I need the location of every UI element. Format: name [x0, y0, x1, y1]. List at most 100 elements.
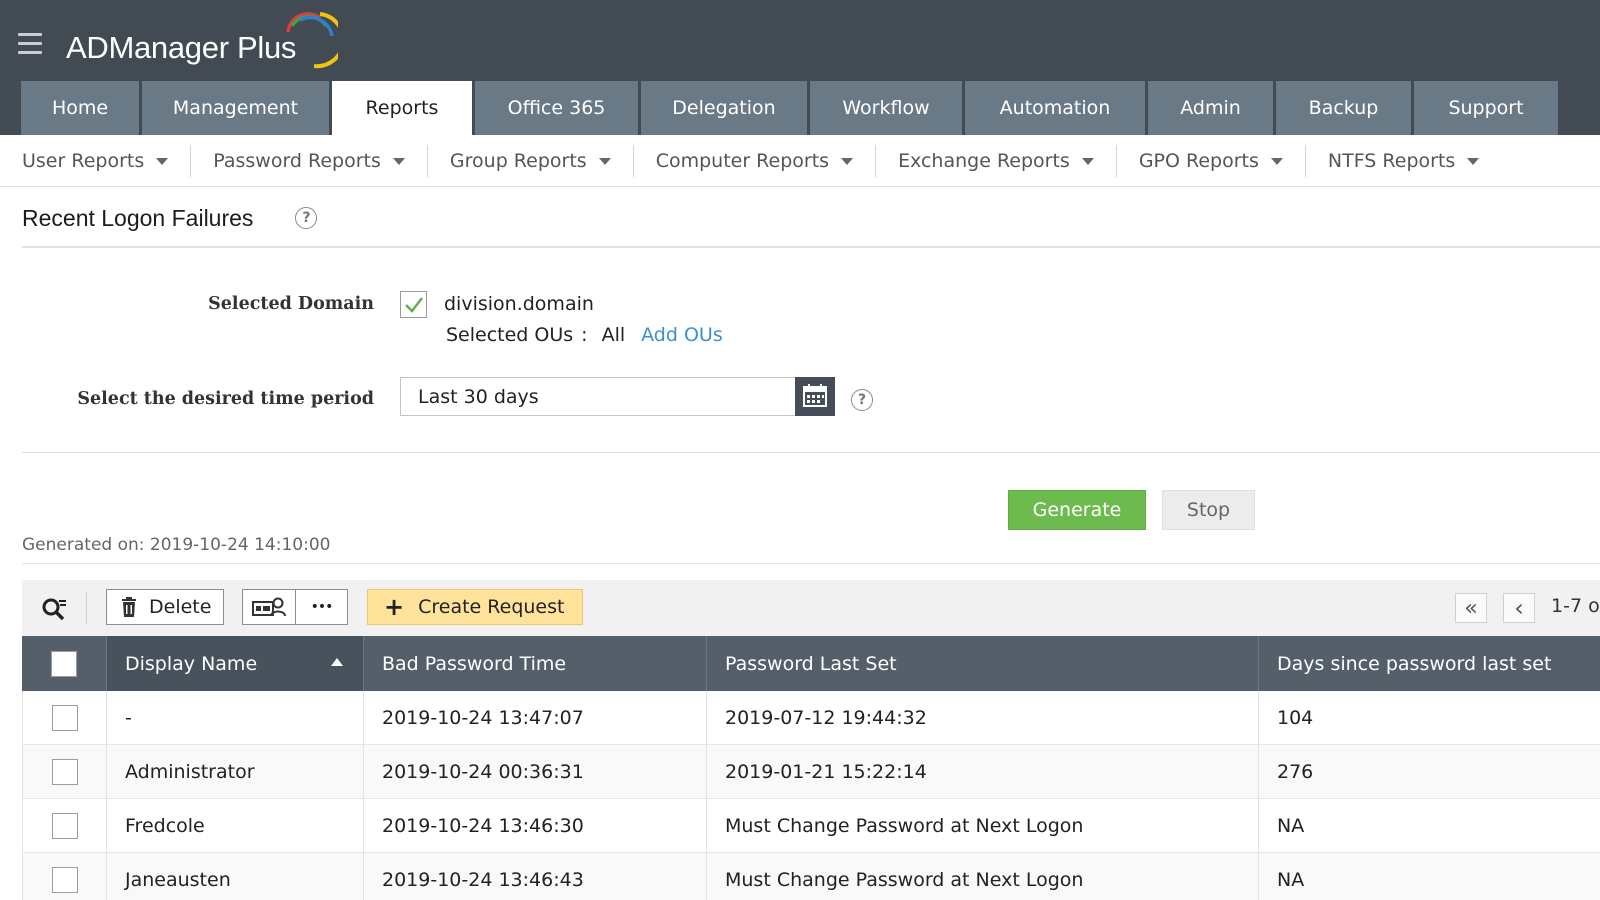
- subnav-group-reports[interactable]: Group Reports: [428, 144, 634, 177]
- cell-password-last-set: Must Change Password at Next Logon: [707, 853, 1259, 900]
- column-header-label: Bad Password Time: [382, 652, 567, 675]
- column-header-password-last-set[interactable]: Password Last Set: [707, 636, 1259, 691]
- divider: [22, 563, 1600, 564]
- row-checkbox[interactable]: [51, 812, 78, 839]
- row-checkbox-cell: [22, 745, 107, 798]
- cell-display-name: Administrator: [107, 745, 364, 798]
- calendar-icon: [803, 384, 827, 407]
- page-title: Recent Logon Failures: [22, 204, 254, 231]
- row-checkbox-cell: [22, 853, 107, 900]
- chevron-down-icon: [841, 158, 854, 165]
- tab-automation[interactable]: Automation: [965, 81, 1145, 135]
- subnav-label: Computer Reports: [655, 149, 830, 172]
- cell-password-last-set: 2019-07-12 19:44:32: [707, 691, 1259, 744]
- column-header-days-since-last-set[interactable]: Days since password last set: [1259, 636, 1600, 691]
- period-label: Select the desired time period: [77, 389, 374, 409]
- add-ous-link[interactable]: Add OUs: [641, 324, 723, 346]
- chevron-down-icon: [1081, 158, 1094, 165]
- tab-admin[interactable]: Admin: [1148, 81, 1273, 135]
- subnav-gpo-reports[interactable]: GPO Reports: [1117, 144, 1306, 177]
- subnav-label: GPO Reports: [1138, 149, 1259, 172]
- table-row[interactable]: - 2019-10-24 13:47:07 2019-07-12 19:44:3…: [22, 691, 1600, 745]
- cell-bad-password-time: 2019-10-24 00:36:31: [364, 745, 707, 798]
- cell-bad-password-time: 2019-10-24 13:46:43: [364, 853, 707, 900]
- cell-days: 276: [1277, 760, 1314, 783]
- cell-display-name: Janeausten: [107, 853, 364, 900]
- select-all-cell: [22, 636, 107, 691]
- generated-on-text: Generated on: 2019-10-24 14:10:00: [22, 535, 331, 555]
- generate-button[interactable]: Generate: [1008, 490, 1146, 530]
- cell-days: NA: [1277, 814, 1305, 837]
- domain-label: Selected Domain: [208, 294, 374, 314]
- user-card-button[interactable]: [243, 590, 295, 624]
- trash-icon: [122, 597, 136, 617]
- subnav-exchange-reports[interactable]: Exchange Reports: [876, 144, 1117, 177]
- stop-button[interactable]: Stop: [1162, 490, 1255, 530]
- row-checkbox-cell: [22, 691, 107, 744]
- brand[interactable]: ADManager Plus: [66, 12, 338, 70]
- domain-checkbox[interactable]: [400, 291, 427, 318]
- more-options-button[interactable]: •••: [294, 590, 347, 624]
- subnav-computer-reports[interactable]: Computer Reports: [634, 144, 877, 177]
- checkmark-icon: [405, 297, 423, 313]
- column-header-display-name[interactable]: Display Name: [107, 636, 364, 691]
- table-header-row: Display Name Bad Password Time Password …: [22, 636, 1600, 691]
- column-header-bad-password-time[interactable]: Bad Password Time: [364, 636, 707, 691]
- create-request-button[interactable]: + Create Request: [367, 589, 583, 625]
- chevron-down-icon: [598, 158, 611, 165]
- chevron-down-icon: [156, 158, 169, 165]
- first-page-button[interactable]: «: [1455, 593, 1487, 623]
- subnav-user-reports[interactable]: User Reports: [0, 144, 192, 177]
- chevron-down-icon: [1467, 158, 1480, 165]
- chevron-down-icon: [1270, 158, 1283, 165]
- row-checkbox[interactable]: [51, 704, 78, 731]
- delete-label: Delete: [149, 596, 212, 618]
- cell-bad-password-time: 2019-10-24 13:47:07: [364, 691, 707, 744]
- tab-management[interactable]: Management: [142, 81, 329, 135]
- ous-label: Selected OUs: [446, 324, 574, 346]
- time-period-input[interactable]: Last 30 days: [400, 377, 796, 416]
- tab-reports[interactable]: Reports: [332, 81, 472, 135]
- tab-delegation[interactable]: Delegation: [641, 81, 807, 135]
- delete-button[interactable]: Delete: [106, 589, 224, 625]
- ous-separator: :: [581, 324, 588, 346]
- table-row[interactable]: Administrator 2019-10-24 00:36:31 2019-0…: [22, 745, 1600, 799]
- cell-password-last-set: Must Change Password at Next Logon: [707, 799, 1259, 852]
- subnav-label: Exchange Reports: [898, 149, 1070, 172]
- table-row[interactable]: Fredcole 2019-10-24 13:46:30 Must Change…: [22, 799, 1600, 853]
- calendar-button[interactable]: [795, 377, 835, 416]
- table-row[interactable]: Janeausten 2019-10-24 13:46:43 Must Chan…: [22, 853, 1600, 900]
- question-circle-icon[interactable]: ?: [295, 207, 318, 229]
- sort-ascending-icon: [331, 658, 343, 666]
- select-all-checkbox[interactable]: [51, 650, 77, 677]
- divider: [22, 452, 1600, 453]
- previous-page-button[interactable]: ‹: [1503, 593, 1535, 623]
- tab-workflow[interactable]: Workflow: [810, 81, 962, 135]
- tab-backup[interactable]: Backup: [1276, 81, 1411, 135]
- tab-office-365[interactable]: Office 365: [475, 81, 638, 135]
- ous-value: All: [601, 324, 626, 346]
- cell-display-name: -: [107, 691, 364, 744]
- tab-support[interactable]: Support: [1414, 81, 1558, 135]
- toolbar-separator: [86, 592, 87, 624]
- cell-password-last-set: 2019-01-21 15:22:14: [707, 745, 1259, 798]
- tab-home[interactable]: Home: [21, 81, 139, 135]
- cell-days: NA: [1277, 868, 1305, 891]
- report-table: Display Name Bad Password Time Password …: [22, 636, 1600, 900]
- subnav-ntfs-reports[interactable]: NTFS Reports: [1306, 145, 1501, 177]
- column-header-label: Days since password last set: [1277, 652, 1552, 675]
- selected-ous-row: Selected OUs : All Add OUs: [446, 324, 723, 346]
- view-options-group: •••: [242, 589, 348, 625]
- subnav-password-reports[interactable]: Password Reports: [191, 144, 428, 177]
- admanager-arc-logo-icon: [286, 12, 338, 69]
- report-toolbar: Delete ••• + Create Request « ‹ 1-7 o: [22, 580, 1600, 636]
- plus-icon: +: [384, 593, 405, 621]
- row-checkbox[interactable]: [51, 866, 78, 893]
- cell-display-name: Fredcole: [107, 799, 364, 852]
- search-filter-icon[interactable]: [40, 596, 68, 624]
- row-checkbox[interactable]: [51, 758, 78, 785]
- question-circle-icon[interactable]: ?: [851, 389, 873, 411]
- row-checkbox-cell: [22, 799, 107, 852]
- cell-days: 104: [1277, 706, 1314, 729]
- hamburger-menu-icon[interactable]: [18, 33, 42, 55]
